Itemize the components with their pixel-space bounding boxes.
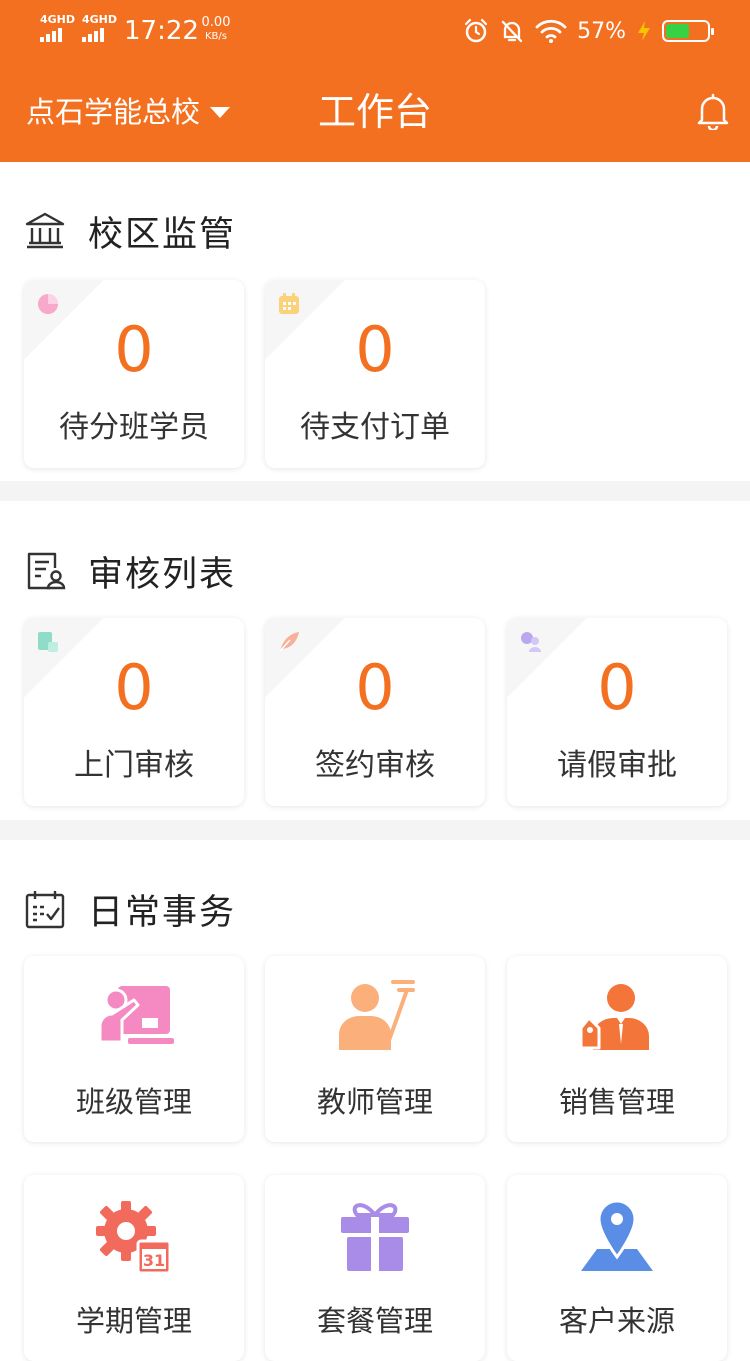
classroom-teacher-icon <box>98 986 174 1044</box>
calendar-badge: 31 <box>143 1251 165 1270</box>
pending-payment-label: 待支付订单 <box>300 410 450 445</box>
tile-package-management[interactable]: 套餐管理 <box>265 1175 485 1361</box>
section-campus-title: 校区监管 <box>88 214 237 255</box>
review-document-icon <box>27 552 66 590</box>
charging-icon <box>638 21 650 41</box>
leave-approval-count: 0 <box>597 651 637 724</box>
signal-indicator-1: 4GHD <box>40 14 75 42</box>
salesman-icon <box>579 984 649 1050</box>
card-pending-class[interactable]: 0 待分班学员 <box>24 280 244 468</box>
tile-teacher-management[interactable]: 教师管理 <box>265 956 485 1142</box>
network-speed: 0.00 KB/s <box>200 16 232 44</box>
tile-customer-source[interactable]: 客户来源 <box>507 1175 727 1361</box>
section-divider <box>0 820 750 840</box>
tile-class-management[interactable]: 班级管理 <box>24 956 244 1142</box>
section-daily-header: 日常事务 <box>24 884 236 934</box>
status-time: 17:22 <box>124 16 199 46</box>
card-pending-payment[interactable]: 0 待支付订单 <box>265 280 485 468</box>
mute-bell-icon <box>501 20 523 43</box>
tile-term-management[interactable]: 31 学期管理 <box>24 1175 244 1361</box>
school-selector[interactable]: 点石学能总校 <box>26 92 231 132</box>
class-management-label: 班级管理 <box>75 1085 192 1119</box>
term-management-label: 学期管理 <box>75 1304 192 1338</box>
network-type-1: 4GHD <box>40 13 76 26</box>
alarm-icon <box>464 18 488 43</box>
visit-review-label: 上门审核 <box>74 748 194 783</box>
status-bar: 4GHD 4GHD 17:22 0.00 KB/s 57% <box>0 0 750 62</box>
signal-indicator-2: 4GHD <box>82 14 117 42</box>
section-review-title: 审核列表 <box>88 554 237 595</box>
customer-source-label: 客户来源 <box>558 1304 675 1338</box>
section-review-header: 审核列表 <box>24 546 236 596</box>
section-divider <box>0 481 750 501</box>
signal-bars-icon <box>40 28 75 42</box>
battery-icon <box>662 20 714 42</box>
speed-unit: KB/s <box>205 31 227 42</box>
notification-bell-icon[interactable] <box>696 92 730 130</box>
sales-management-label: 销售管理 <box>558 1085 675 1119</box>
pending-payment-count: 0 <box>355 313 395 386</box>
visit-review-count: 0 <box>114 651 154 724</box>
wifi-icon <box>535 19 567 43</box>
leave-approval-label: 请假审批 <box>557 748 677 783</box>
tile-sales-management[interactable]: 销售管理 <box>507 956 727 1142</box>
contract-review-count: 0 <box>355 651 395 724</box>
card-contract-review[interactable]: 0 签约审核 <box>265 618 485 806</box>
pending-class-count: 0 <box>114 313 154 386</box>
network-type-2: 4GHD <box>82 13 118 26</box>
card-leave-approval[interactable]: 0 请假审批 <box>507 618 727 806</box>
speed-value: 0.00 <box>201 15 231 30</box>
page-title: 工作台 <box>317 90 432 134</box>
gift-box-icon <box>341 1203 409 1271</box>
signal-bars-icon <box>82 28 117 42</box>
card-visit-review[interactable]: 0 上门审核 <box>24 618 244 806</box>
package-management-label: 套餐管理 <box>316 1304 433 1338</box>
gear-calendar-icon: 31 <box>96 1201 172 1275</box>
map-pin-icon <box>581 1199 653 1271</box>
daily-checklist-icon <box>25 891 65 929</box>
pending-class-label: 待分班学员 <box>59 410 209 445</box>
app-header: 4GHD 4GHD 17:22 0.00 KB/s 57% 点石学能总校 工作台 <box>0 0 750 162</box>
institution-icon <box>25 212 65 249</box>
section-daily-title: 日常事务 <box>88 892 237 933</box>
battery-percent: 57% <box>577 18 626 44</box>
school-name: 点石学能总校 <box>26 95 201 129</box>
contract-review-label: 签约审核 <box>315 748 435 783</box>
section-campus-header: 校区监管 <box>24 206 236 256</box>
teacher-management-label: 教师管理 <box>316 1085 433 1119</box>
teacher-pointer-icon <box>339 980 415 1050</box>
caret-down-icon <box>210 106 231 118</box>
